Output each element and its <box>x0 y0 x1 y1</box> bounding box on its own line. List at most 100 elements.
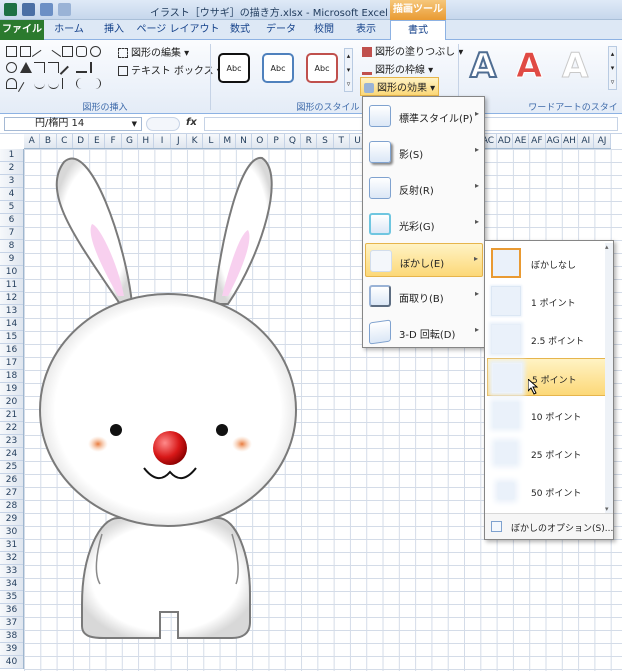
soft-edge-none-icon <box>491 248 521 278</box>
soft-edge-5pt[interactable]: 5 ポイント <box>487 358 609 396</box>
rectangle-shape-icon[interactable] <box>62 46 73 57</box>
shape-styles-group-label: 図形のスタイル <box>296 103 360 113</box>
tab-insert[interactable]: 挿入 <box>94 20 134 40</box>
menu-reflection[interactable]: 反射(R) ▸ <box>365 171 483 205</box>
tab-home[interactable]: ホーム <box>46 20 92 40</box>
wordart-style-outline[interactable]: A <box>469 45 497 87</box>
drawing-tools-context-tab: 描画ツール <box>390 0 446 20</box>
shape-effects-button[interactable]: 図形の効果 ▾ <box>360 77 440 96</box>
edit-shape-icon <box>118 48 128 58</box>
rabbit-left-cheek <box>88 436 108 452</box>
redo-icon[interactable] <box>58 3 71 16</box>
rabbit-right-eye <box>216 424 228 436</box>
rabbit-head <box>39 293 297 527</box>
soft-edges-options[interactable]: ぼかしのオプション(S)... <box>485 513 613 539</box>
scroll-up-icon[interactable]: ▴ <box>605 243 609 251</box>
soft-edge-1pt-icon <box>491 286 521 316</box>
formula-bar-expander[interactable] <box>146 117 180 131</box>
soft-edge-2-5pt[interactable]: 2.5 ポイント <box>487 320 609 358</box>
zigzag-shape-icon[interactable] <box>17 81 34 98</box>
insert-function-icon[interactable]: fx <box>186 117 197 128</box>
shape-fill-button[interactable]: 図形の塗りつぶし ▾ <box>362 43 463 58</box>
name-box[interactable]: 円/楕円 14 ▼ <box>4 117 142 131</box>
formula-bar: 円/楕円 14 ▼ fx <box>0 114 622 134</box>
down-arrow-shape-icon[interactable] <box>76 62 87 73</box>
tab-view[interactable]: 表示 <box>346 20 386 40</box>
soft-edge-2-5pt-icon <box>491 324 521 354</box>
name-box-dropdown-icon[interactable]: ▼ <box>132 118 137 130</box>
right-arrow-shape-icon[interactable] <box>90 62 101 73</box>
pen-icon <box>362 65 372 75</box>
wordart-gallery-scroll[interactable]: ▴ ▾ ▿ <box>608 46 617 90</box>
triangle-shape-icon[interactable] <box>20 62 32 73</box>
ribbon-separator <box>210 44 211 110</box>
glow-icon <box>369 213 391 235</box>
brace-right-shape-icon[interactable] <box>90 78 101 89</box>
shape-outline-button[interactable]: 図形の枠線 ▾ <box>362 61 433 76</box>
shape-style-blue[interactable]: Abc <box>262 53 294 83</box>
bevel-icon <box>369 285 391 307</box>
wordart-style-white[interactable]: A <box>561 46 588 87</box>
soft-edge-50pt[interactable]: 50 ポイント <box>487 472 609 510</box>
soft-edges-submenu: ぼかしなし 1 ポイント 2.5 ポイント 5 ポイント 10 ポイント 25 … <box>484 240 614 540</box>
insert-shapes-group-label: 図形の挿入 <box>82 103 128 113</box>
options-icon <box>491 521 502 532</box>
paint-bucket-icon <box>362 47 372 57</box>
oval-shape-icon[interactable] <box>90 46 101 57</box>
submenu-scrollbar[interactable]: ▴ ▾ <box>605 243 613 513</box>
soft-edges-icon <box>370 250 392 272</box>
text-box-icon <box>118 66 128 76</box>
tab-data[interactable]: データ <box>260 20 302 40</box>
submenu-arrow-icon: ▸ <box>474 109 479 118</box>
soft-edge-1pt[interactable]: 1 ポイント <box>487 282 609 320</box>
menu-shadow[interactable]: 影(S) ▸ <box>365 135 483 169</box>
edit-shape-button[interactable]: 図形の編集 ▾ <box>118 44 189 59</box>
tab-page-layout[interactable]: ページ レイアウト <box>136 20 220 40</box>
excel-window: イラスト［ウサギ］の描き方.xlsx - Microsoft Excel 描画ツ… <box>0 0 622 671</box>
soft-edge-25pt[interactable]: 25 ポイント <box>487 434 609 472</box>
tab-formulas[interactable]: 数式 <box>222 20 258 40</box>
window-title: イラスト［ウサギ］の描き方.xlsx - Microsoft Excel <box>150 8 388 19</box>
submenu-arrow-icon: ▸ <box>474 325 479 334</box>
menu-3d-rotation[interactable]: 3-D 回転(D) ▸ <box>365 315 483 349</box>
freeform-shape-icon[interactable] <box>48 78 59 89</box>
bracket-shape-icon[interactable] <box>62 78 73 89</box>
preset-icon <box>369 105 391 127</box>
textbox-shape-icon[interactable] <box>6 46 17 57</box>
submenu-arrow-icon: ▸ <box>473 254 478 263</box>
curve-shape-icon[interactable] <box>34 78 45 89</box>
menu-glow[interactable]: 光彩(G) ▸ <box>365 207 483 241</box>
save-icon[interactable] <box>22 3 35 16</box>
undo-icon[interactable] <box>40 3 53 16</box>
tab-format[interactable]: 書式 <box>390 20 446 41</box>
mouse-pointer-icon <box>528 379 538 395</box>
shapes-gallery[interactable] <box>6 44 102 98</box>
title-bar: イラスト［ウサギ］の描き方.xlsx - Microsoft Excel 描画ツ… <box>0 0 622 20</box>
submenu-arrow-icon: ▸ <box>474 217 479 226</box>
style-gallery-scroll[interactable]: ▴ ▾ ▿ <box>344 48 353 92</box>
rounded-rect-shape-icon[interactable] <box>76 46 87 57</box>
excel-logo-icon <box>4 3 17 16</box>
scroll-down-icon[interactable]: ▾ <box>605 505 609 513</box>
tab-file[interactable]: ファイル <box>0 20 44 40</box>
brace-shape-icon[interactable] <box>76 78 87 89</box>
shape-style-black[interactable]: Abc <box>218 53 250 83</box>
vertical-textbox-shape-icon[interactable] <box>20 46 31 57</box>
circle-shape-icon[interactable] <box>6 62 17 73</box>
ribbon: 図形の編集 ▾ テキスト ボックス ▾ 図形の挿入 Abc Abc Abc ▴▾… <box>0 40 622 126</box>
soft-edge-10pt-icon <box>493 402 519 428</box>
shape-style-red[interactable]: Abc <box>306 53 338 83</box>
arc-shape-icon[interactable] <box>6 78 17 89</box>
soft-edge-10pt[interactable]: 10 ポイント <box>487 396 609 434</box>
menu-bevel[interactable]: 面取り(B) ▸ <box>365 279 483 313</box>
soft-edge-none[interactable]: ぼかしなし <box>487 244 609 282</box>
ribbon-tabs: ファイル ホーム 挿入 ページ レイアウト 数式 データ 校閲 表示 書式 <box>0 20 622 41</box>
menu-soft-edges[interactable]: ぼかし(E) ▸ <box>365 243 483 277</box>
tab-review[interactable]: 校閲 <box>304 20 344 40</box>
wordart-style-red[interactable]: A <box>515 46 542 87</box>
text-box-button[interactable]: テキスト ボックス ▾ <box>118 62 222 77</box>
menu-preset[interactable]: 標準スタイル(P) ▸ <box>365 99 483 133</box>
elbow-shape-icon[interactable] <box>34 62 45 73</box>
shape-effects-icon <box>364 83 374 93</box>
connector-shape-icon[interactable] <box>48 62 59 73</box>
